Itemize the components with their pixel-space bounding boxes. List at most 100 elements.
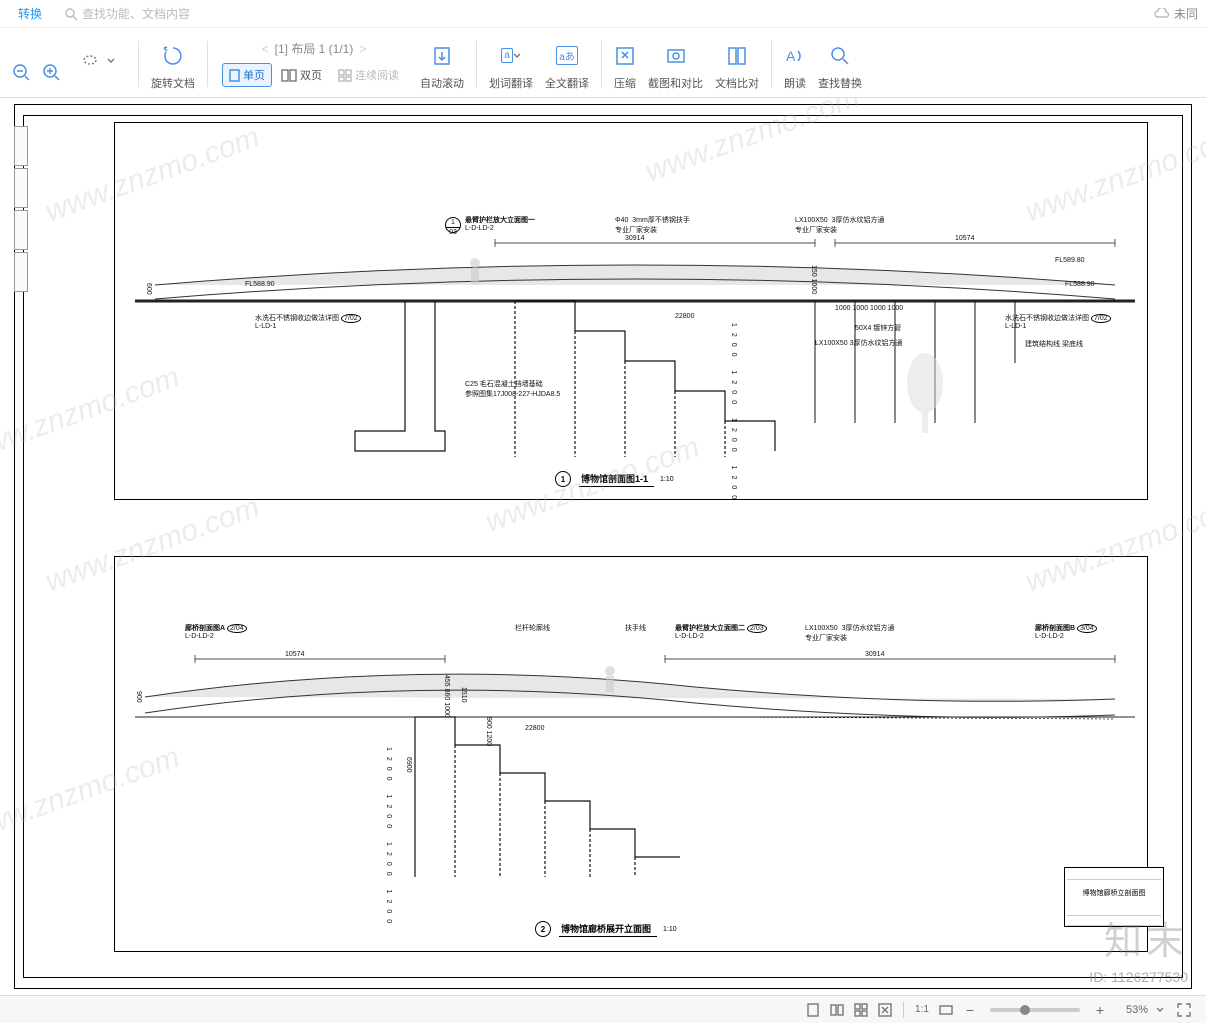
elev: FL588.90 xyxy=(245,281,275,288)
doc-compare-icon xyxy=(726,45,748,67)
screenshot-label: 截图和对比 xyxy=(648,75,703,91)
tab-convert[interactable]: 转换 xyxy=(8,1,52,26)
page-icon xyxy=(806,1003,820,1017)
fit-icon xyxy=(878,1003,892,1017)
view-mode-1[interactable] xyxy=(802,1000,824,1020)
layout-single-label: 单页 xyxy=(243,67,265,83)
sheet-tab[interactable] xyxy=(14,252,28,292)
sheet-tab[interactable] xyxy=(14,126,28,166)
document-canvas[interactable]: 悬臂护栏放大立面图一L-D-LD-2 103 Φ40 3mm厚不锈钢扶手 专业厂… xyxy=(0,98,1206,995)
dim: 30914 xyxy=(625,235,644,242)
read-aloud-button[interactable]: A 朗读 xyxy=(778,35,812,93)
compress-button[interactable]: 压缩 xyxy=(608,35,642,93)
lasso-dropdown-icon[interactable] xyxy=(106,54,116,71)
callout: LX100X50 3厚仿水纹铝方通 专业厂家安装 xyxy=(795,215,884,235)
grid-icon xyxy=(854,1003,868,1017)
zoom-in-mini[interactable]: + xyxy=(1089,1000,1111,1020)
fit-width-button[interactable] xyxy=(935,1000,957,1020)
dim: 455 860 1000 xyxy=(443,675,450,718)
section-1-svg xyxy=(115,123,1149,501)
layout-single[interactable]: 单页 xyxy=(222,63,272,87)
compress-icon xyxy=(614,45,636,67)
autoscroll-button[interactable]: 自动滚动 xyxy=(414,35,470,93)
figure-title-1: 1 博物馆剖面图1-1 1:10 xyxy=(555,471,674,487)
zoom-out-button[interactable] xyxy=(6,35,36,93)
figure-title-2: 2 博物馆廊桥展开立面图 1:10 xyxy=(535,921,677,937)
read-aloud-icon: A xyxy=(784,45,806,67)
full-translate-button[interactable]: aあ 全文翻译 xyxy=(539,35,595,93)
brand-watermark: 知末 xyxy=(1104,910,1188,965)
word-translate-label: 划词翻译 xyxy=(489,75,533,91)
callout: 水洗石不锈钢收边做法详图 7/02L-LD-1 xyxy=(1005,313,1111,330)
view-mode-2[interactable] xyxy=(826,1000,848,1020)
fit-width-icon xyxy=(939,1003,953,1017)
page-next[interactable]: > xyxy=(353,42,372,56)
page-prev[interactable]: < xyxy=(256,42,275,56)
word-translate-button[interactable]: a 划词翻译 xyxy=(483,35,539,93)
elev: FL588.90 xyxy=(1065,281,1095,288)
zoom-in-icon xyxy=(42,63,60,81)
callout: 50X4 镀锌方管 xyxy=(855,323,901,333)
zoom-slider[interactable] xyxy=(990,1008,1080,1012)
single-page-icon xyxy=(229,69,240,82)
zoom-knob[interactable] xyxy=(1020,1005,1030,1015)
dim: 30914 xyxy=(865,651,884,658)
callout: 扶手线 xyxy=(625,623,646,633)
callout: Φ40 3mm厚不锈钢扶手 专业厂家安装 xyxy=(615,215,690,235)
lasso-icon[interactable] xyxy=(82,54,98,71)
layout-continuous[interactable]: 连续阅读 xyxy=(331,63,406,87)
autoscroll-label: 自动滚动 xyxy=(420,75,464,91)
double-page-icon xyxy=(281,69,297,82)
sync-label: 未同 xyxy=(1174,5,1198,22)
layout-continuous-label: 连续阅读 xyxy=(355,67,399,83)
zoom-in-button[interactable] xyxy=(36,35,66,93)
rotate-label: 旋转文档 xyxy=(151,75,195,91)
dim: 6900 xyxy=(405,757,412,773)
figure-scale: 1:10 xyxy=(660,476,674,483)
figure-scale: 1:10 xyxy=(663,926,677,933)
callout: 栏杆轮廓线 xyxy=(515,623,550,633)
rotate-icon xyxy=(161,44,185,68)
dim: 1000 1000 1000 1000 xyxy=(835,305,903,312)
facing-icon xyxy=(830,1003,844,1017)
callout: LX100X50 3厚仿水纹铝方通 xyxy=(815,338,903,348)
search-box[interactable]: 查找功能、文档内容 xyxy=(64,5,190,22)
view-mode-3[interactable] xyxy=(850,1000,872,1020)
zoom-out-mini[interactable]: − xyxy=(959,1000,981,1020)
fit-button[interactable] xyxy=(874,1000,896,1020)
rotate-button[interactable]: 旋转文档 xyxy=(145,35,201,93)
screenshot-compare-button[interactable]: 截图和对比 xyxy=(642,35,709,93)
drawing-panel-1: 悬臂护栏放大立面图一L-D-LD-2 103 Φ40 3mm厚不锈钢扶手 专业厂… xyxy=(114,122,1148,500)
callout: 廊桥剖面图A 2/04L-D-LD-2 xyxy=(185,623,247,640)
find-replace-button[interactable]: 查找替换 xyxy=(812,35,868,93)
doc-compare-button[interactable]: 文档比对 xyxy=(709,35,765,93)
figure-title-text: 博物馆廊桥展开立面图 xyxy=(559,922,657,937)
chevron-down-icon xyxy=(513,52,521,60)
autoscroll-icon xyxy=(431,45,453,67)
sheet-tabs-strip xyxy=(14,126,28,294)
layout-double-label: 双页 xyxy=(300,67,322,83)
elevation-2-svg xyxy=(115,557,1149,953)
dim: 900 xyxy=(135,691,142,703)
svg-text:A: A xyxy=(786,48,796,64)
fullscreen-icon xyxy=(1177,1003,1191,1017)
search-placeholder: 查找功能、文档内容 xyxy=(82,5,190,22)
statusbar: 1:1 − + 53% xyxy=(0,995,1206,1023)
zoom-100-button[interactable]: 1:1 xyxy=(911,1000,933,1020)
full-translate-label: 全文翻译 xyxy=(545,75,589,91)
zoom-percent[interactable]: 53% xyxy=(1112,1004,1148,1016)
figure-title-text: 博物馆剖面图1-1 xyxy=(579,472,654,487)
dim: 1200 1200 1200 1200 xyxy=(385,747,392,929)
full-translate-icon: aあ xyxy=(556,46,578,65)
callout: 悬臂护栏放大立面图二 2/03L-D-LD-2 xyxy=(675,623,767,640)
doc-compare-label: 文档比对 xyxy=(715,75,759,91)
zoom-dropdown[interactable] xyxy=(1149,1000,1171,1020)
callout: C25 毛石混凝土挡墙基础 参照图集17J008-227-HJDA8.5 xyxy=(465,379,560,399)
callout: 廊桥剖面图B 3/04L-D-LD-2 xyxy=(1035,623,1097,640)
sync-status[interactable]: 未同 xyxy=(1154,5,1198,22)
fullscreen-button[interactable] xyxy=(1173,1000,1195,1020)
sheet-tab[interactable] xyxy=(14,168,28,208)
word-translate-icon: a xyxy=(501,48,513,63)
layout-double[interactable]: 双页 xyxy=(274,63,329,87)
sheet-tab[interactable] xyxy=(14,210,28,250)
